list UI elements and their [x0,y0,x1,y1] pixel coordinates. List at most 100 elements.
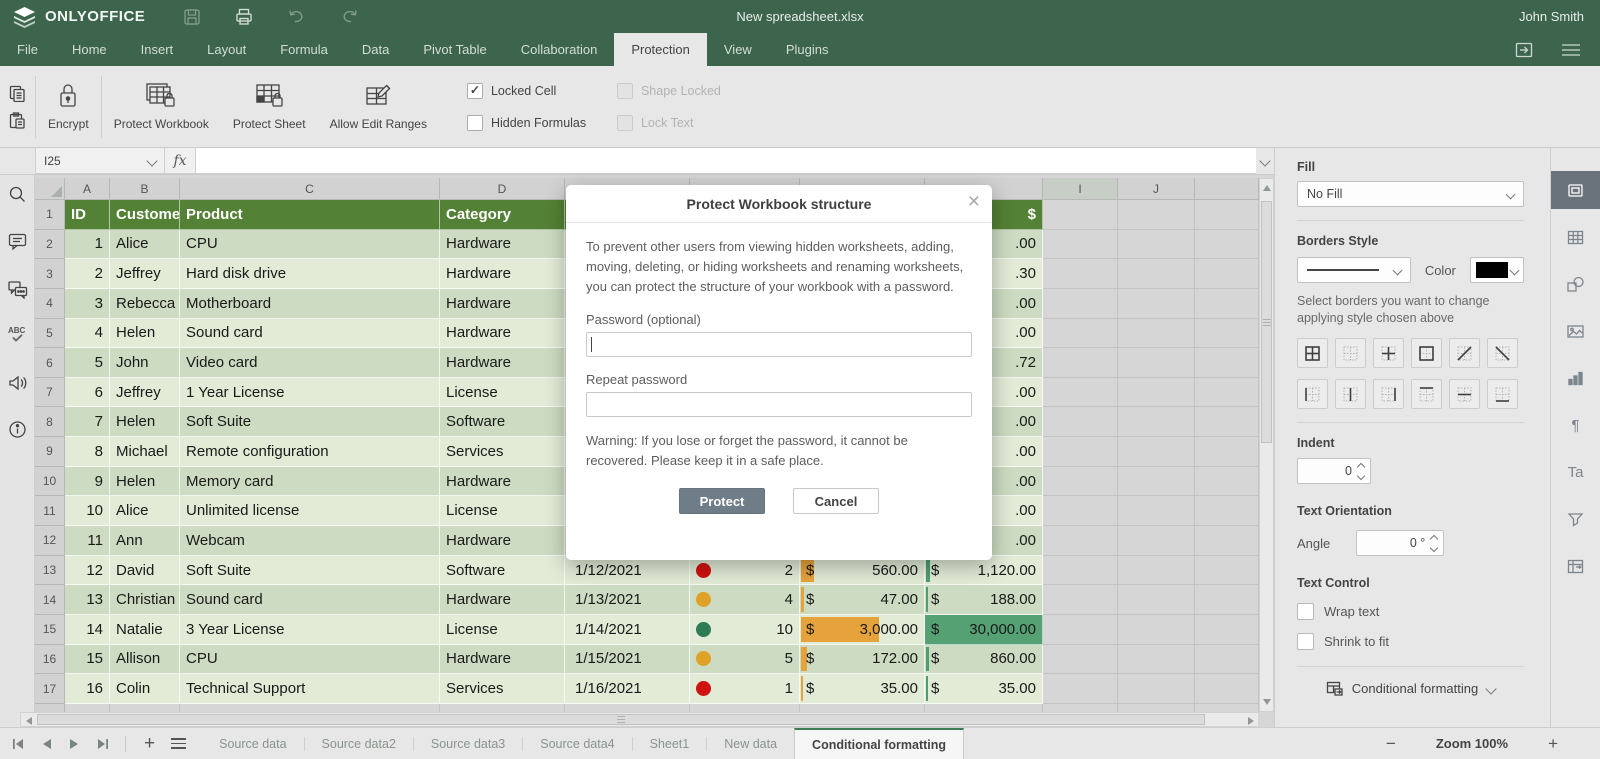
tab-home[interactable]: Home [55,33,124,66]
cell-I4[interactable] [1043,289,1118,319]
cell-I13[interactable] [1043,556,1118,586]
cell-B17[interactable]: Colin [110,674,180,704]
cell-H17[interactable]: $35.00 [925,674,1043,704]
column-header-K[interactable] [1195,178,1259,200]
cell-C2[interactable]: CPU [180,230,440,260]
cell-B3[interactable]: Jeffrey [110,259,180,289]
border-color-dropdown[interactable] [1470,257,1524,283]
row-header-13[interactable]: 13 [35,556,65,586]
cell-D6[interactable]: Hardware [440,348,565,378]
formula-input[interactable] [196,148,1256,174]
row-header-14[interactable]: 14 [35,585,65,615]
indent-stepper[interactable]: 0 [1297,458,1371,484]
cell-A8[interactable]: 7 [65,407,110,437]
cell-D9[interactable]: Services [440,437,565,467]
cell-B8[interactable]: Helen [110,407,180,437]
cell-I1[interactable] [1043,200,1118,230]
repeat-password-input[interactable] [586,392,972,417]
cell-A5[interactable]: 4 [65,319,110,349]
cell-A10[interactable]: 9 [65,467,110,497]
cell-E14[interactable]: 1/13/2021 [565,585,690,615]
cell-I17[interactable] [1043,674,1118,704]
cell-C8[interactable]: Soft Suite [180,407,440,437]
cell-B13[interactable]: David [110,556,180,586]
cell-J9[interactable] [1118,437,1195,467]
borders-all-button[interactable] [1297,338,1328,368]
cell[interactable] [440,704,565,712]
comments-icon[interactable] [8,232,27,251]
cell-K5[interactable] [1195,319,1259,349]
cell[interactable] [1118,704,1195,712]
tab-protection[interactable]: Protection [614,33,707,66]
row-header-12[interactable]: 12 [35,526,65,556]
cell-I3[interactable] [1043,259,1118,289]
cell-A17[interactable]: 16 [65,674,110,704]
cell-I8[interactable] [1043,407,1118,437]
about-info-icon[interactable] [8,420,27,439]
cell-D3[interactable]: Hardware [440,259,565,289]
cell-B14[interactable]: Christian [110,585,180,615]
border-center-horizontal-button[interactable] [1449,379,1480,409]
cell-K14[interactable] [1195,585,1259,615]
cell-I2[interactable] [1043,230,1118,260]
tab-formula[interactable]: Formula [263,33,345,66]
conditional-formatting-button[interactable]: Conditional formatting [1297,681,1524,696]
cell-J6[interactable] [1118,348,1195,378]
cell-K17[interactable] [1195,674,1259,704]
cell-B12[interactable]: Ann [110,526,180,556]
save-icon[interactable] [183,8,201,26]
image-settings-icon[interactable] [1551,312,1600,350]
cell-D11[interactable]: License [440,496,565,526]
border-bottom-button[interactable] [1487,379,1518,409]
cell-G13[interactable]: $560.00 [800,556,925,586]
cell-C3[interactable]: Hard disk drive [180,259,440,289]
cell[interactable] [180,704,440,712]
cell-B15[interactable]: Natalie [110,615,180,645]
cell-K11[interactable] [1195,496,1259,526]
cell-G14[interactable]: $47.00 [800,585,925,615]
row-header-6[interactable]: 6 [35,348,65,378]
cell-A9[interactable]: 8 [65,437,110,467]
row-header-17[interactable]: 17 [35,674,65,704]
cell-J4[interactable] [1118,289,1195,319]
cell-F16[interactable]: 5 [690,645,800,675]
paragraph-settings-icon[interactable]: ¶ [1551,406,1600,444]
cell-C6[interactable]: Video card [180,348,440,378]
sheet-tab-sheet1[interactable]: Sheet1 [633,728,707,759]
cell-J15[interactable] [1118,615,1195,645]
borders-inner-button[interactable] [1373,338,1404,368]
cell-J12[interactable] [1118,526,1195,556]
slicer-settings-icon[interactable] [1551,500,1600,538]
cell-D17[interactable]: Services [440,674,565,704]
cell-D5[interactable]: Hardware [440,319,565,349]
cell-F15[interactable]: 10 [690,615,800,645]
cell-B5[interactable]: Helen [110,319,180,349]
checkbox-hidden-formulas[interactable]: Hidden Formulas [467,115,617,131]
cell-J3[interactable] [1118,259,1195,289]
cell-C13[interactable]: Soft Suite [180,556,440,586]
sheet-list-icon[interactable] [171,738,186,749]
row-header-15[interactable]: 15 [35,615,65,645]
search-icon[interactable] [8,185,27,204]
borders-outer-button[interactable] [1411,338,1442,368]
dialog-header[interactable]: Protect Workbook structure × [566,185,992,223]
cell-B2[interactable]: Alice [110,230,180,260]
cell-A3[interactable]: 2 [65,259,110,289]
cell-J2[interactable] [1118,230,1195,260]
cell-D16[interactable]: Hardware [440,645,565,675]
tab-collaboration[interactable]: Collaboration [504,33,615,66]
row-header-1[interactable]: 1 [35,200,65,230]
cell-D8[interactable]: Software [440,407,565,437]
cell-A16[interactable]: 15 [65,645,110,675]
cell-C9[interactable]: Remote configuration [180,437,440,467]
checkbox-lock-text[interactable]: Lock Text [617,115,737,131]
sheet-tab-source-data2[interactable]: Source data2 [305,728,413,759]
cell-I15[interactable] [1043,615,1118,645]
cancel-button[interactable]: Cancel [793,488,879,514]
cell-J13[interactable] [1118,556,1195,586]
cell-F17[interactable]: 1 [690,674,800,704]
pivot-table-settings-icon[interactable] [1551,547,1600,585]
cell-name-box[interactable]: I25 [35,148,165,174]
cell-D13[interactable]: Software [440,556,565,586]
column-header-D[interactable]: D [440,178,565,200]
